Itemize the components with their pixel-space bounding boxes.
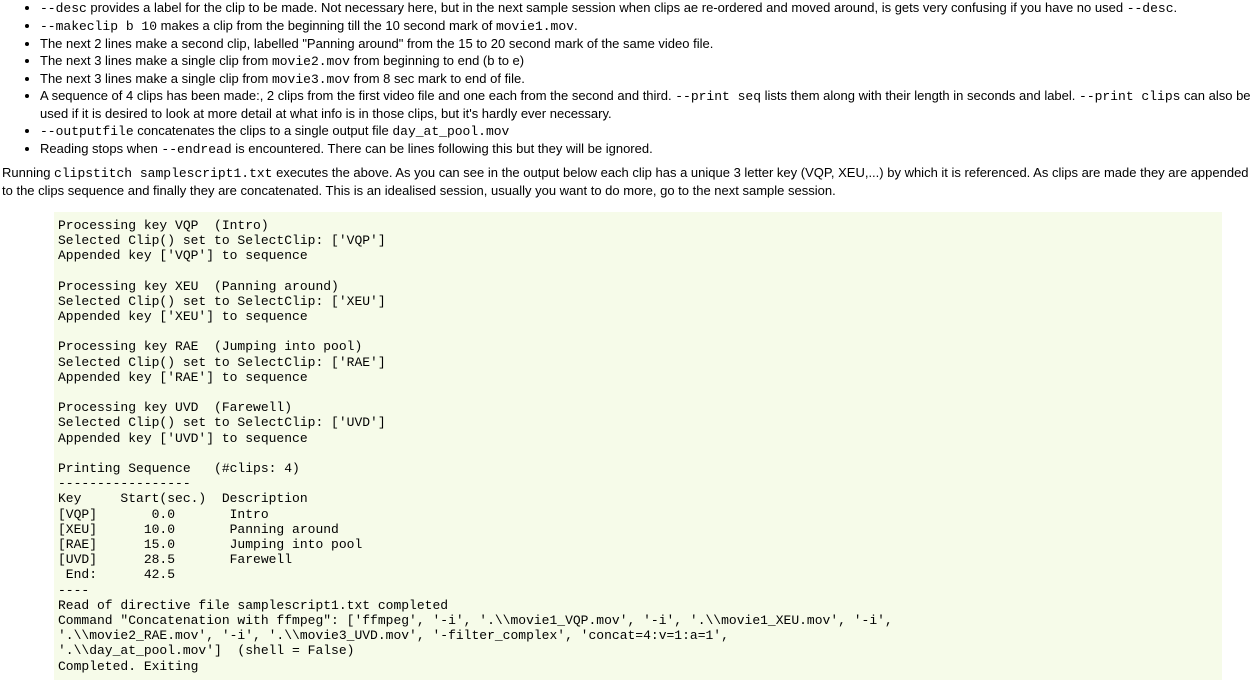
text: Reading stops when	[40, 141, 161, 156]
text: lists them along with their length in se…	[761, 88, 1079, 103]
text: .	[1174, 0, 1178, 15]
list-item: --desc provides a label for the clip to …	[40, 0, 1252, 18]
list-item: The next 3 lines make a single clip from…	[40, 71, 1252, 89]
code-flag: --outputfile	[40, 124, 134, 139]
code-file: movie3.mov	[272, 72, 350, 87]
code-flag: --endread	[161, 142, 231, 157]
code-file: movie2.mov	[272, 54, 350, 69]
text: The next 2 lines make a second clip, lab…	[40, 36, 713, 51]
text: .	[574, 18, 578, 33]
text: The next 3 lines make a single clip from	[40, 71, 272, 86]
text: from beginning to end (b to e)	[350, 53, 524, 68]
text: A sequence of 4 clips has been made:, 2 …	[40, 88, 675, 103]
list-item: --outputfile concatenates the clips to a…	[40, 123, 1252, 141]
list-item: A sequence of 4 clips has been made:, 2 …	[40, 88, 1252, 123]
text: from 8 sec mark to end of file.	[350, 71, 525, 86]
list-item: The next 2 lines make a second clip, lab…	[40, 36, 1252, 53]
list-item: Reading stops when --endread is encounte…	[40, 141, 1252, 159]
text: is encountered. There can be lines follo…	[232, 141, 653, 156]
text: provides a label for the clip to be made…	[87, 0, 1127, 15]
text: Running	[2, 165, 54, 180]
text: makes a clip from the beginning till the…	[157, 18, 496, 33]
code-command: clipstitch samplescript1.txt	[54, 166, 272, 181]
code-flag: --desc	[40, 1, 87, 16]
code-flag: --desc	[1127, 1, 1174, 16]
terminal-output: Processing key VQP (Intro) Selected Clip…	[54, 212, 1222, 680]
list-item: --makeclip b 10 makes a clip from the be…	[40, 18, 1252, 36]
text: The next 3 lines make a single clip from	[40, 53, 272, 68]
text: concatenates the clips to a single outpu…	[134, 123, 393, 138]
code-file: movie1.mov	[496, 19, 574, 34]
bullet-list: --desc provides a label for the clip to …	[0, 0, 1252, 159]
code-file: day_at_pool.mov	[392, 124, 509, 139]
list-item: The next 3 lines make a single clip from…	[40, 53, 1252, 71]
code-flag: --print seq	[675, 89, 761, 104]
running-paragraph: Running clipstitch samplescript1.txt exe…	[2, 165, 1252, 200]
code-flag: --makeclip b 10	[40, 19, 157, 34]
code-flag: --print clips	[1079, 89, 1180, 104]
